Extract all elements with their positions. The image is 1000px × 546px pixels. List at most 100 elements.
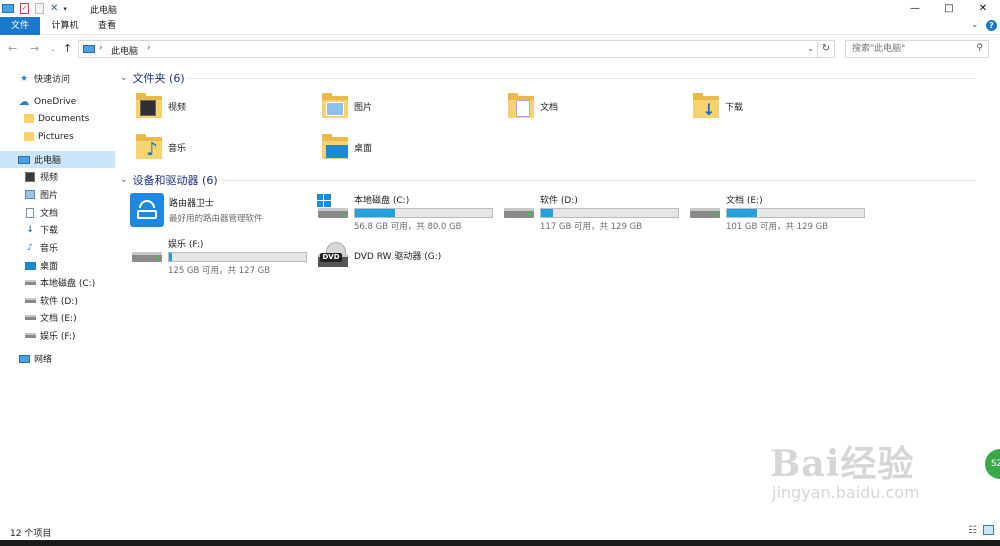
taskbar — [0, 540, 1000, 546]
title-bar: ✓ ✕ ▾ 此电脑 — □ ✕ — [0, 0, 1000, 17]
tab-computer[interactable]: 计算机 — [44, 17, 86, 35]
address-row: ← → ⌄ ↑ › 此电脑 › ⌄ ↻ ⚲ — [0, 38, 1000, 60]
video-folder-icon — [134, 92, 164, 120]
usage-fill — [541, 209, 554, 217]
drive-tile-d[interactable] — [502, 202, 536, 222]
group-divider — [218, 180, 976, 181]
router-guard-tile[interactable]: 路由器卫士 最好用的路由器管理软件 — [130, 193, 263, 227]
router-name: 路由器卫士 — [169, 199, 215, 209]
sidebar-item-drive-d[interactable]: 软件 (D:) — [0, 292, 115, 309]
close-button[interactable]: ✕ — [966, 0, 1000, 17]
music-icon: ♪ — [27, 242, 33, 253]
drive-info-f[interactable]: 娱乐 (F:) 125 GB 可用，共 127 GB — [168, 237, 307, 276]
group-divider — [186, 78, 976, 79]
drive-icon — [316, 194, 350, 222]
sidebar-item-network[interactable]: 网络 — [0, 350, 115, 367]
sidebar-item-music[interactable]: ♪ 音乐 — [0, 239, 115, 256]
sidebar-item-label: 音乐 — [40, 244, 59, 254]
quick-access-toolbar: ✓ ✕ ▾ — [2, 2, 67, 15]
forward-arrow-icon[interactable]: → — [30, 42, 39, 55]
minimize-button[interactable]: — — [898, 0, 932, 17]
recent-locations-icon[interactable]: ⌄ — [50, 45, 56, 53]
address-bar[interactable]: › 此电脑 › ⌄ — [78, 40, 818, 58]
drive-tile-f[interactable] — [130, 246, 164, 266]
maximize-button[interactable]: □ — [932, 0, 966, 17]
sidebar-item-documents-lib[interactable]: 文档 — [0, 204, 115, 221]
usage-fill — [355, 209, 395, 217]
music-folder-icon: ♪ — [134, 133, 164, 161]
folder-tile-videos[interactable]: 视频 — [134, 92, 186, 120]
desktop-icon — [24, 260, 36, 272]
refresh-button[interactable]: ↻ — [818, 40, 835, 58]
delete-icon[interactable]: ✕ — [50, 3, 58, 14]
new-folder-icon[interactable] — [35, 3, 44, 14]
folders-group-header[interactable]: ⌄ 文件夹 (6) — [120, 70, 185, 86]
dvd-drive-name: DVD RW 驱动器 (G:) — [354, 251, 442, 262]
drive-free-space: 117 GB 可用，共 129 GB — [540, 222, 643, 232]
drive-icon — [502, 202, 536, 222]
drive-tile-dvd[interactable]: DVD DVD RW 驱动器 (G:) — [316, 240, 441, 270]
chevron-down-icon[interactable]: ⌄ — [120, 73, 128, 83]
folder-tile-downloads[interactable]: ↓ 下载 — [691, 92, 743, 120]
chevron-right-icon[interactable]: › — [147, 43, 151, 53]
expand-ribbon-icon[interactable]: ⌄ — [971, 20, 979, 30]
sidebar-item-pictures[interactable]: Pictures — [0, 128, 115, 145]
watermark-brand: Bai经验 — [770, 443, 915, 485]
folder-tile-documents[interactable]: 文档 — [506, 92, 558, 120]
tab-view[interactable]: 查看 — [90, 17, 124, 35]
window-title: 此电脑 — [90, 6, 118, 16]
folder-tile-pictures[interactable]: 图片 — [320, 92, 372, 120]
desktop-folder-icon — [320, 133, 350, 161]
large-icons-view-icon[interactable] — [983, 525, 994, 535]
search-box[interactable]: ⚲ — [845, 40, 989, 58]
details-view-icon[interactable]: ☷ — [968, 525, 977, 536]
sidebar-item-quick-access[interactable]: ★ 快速访问 — [0, 70, 115, 87]
usage-fill — [727, 209, 758, 217]
up-arrow-icon[interactable]: ↑ — [63, 42, 72, 55]
properties-icon[interactable]: ✓ — [20, 3, 29, 14]
drive-icon — [24, 277, 36, 289]
address-dropdown-icon[interactable]: ⌄ — [807, 44, 814, 53]
star-icon: ★ — [19, 73, 29, 84]
drive-tile-c[interactable] — [316, 194, 350, 222]
devices-group-title: 设备和驱动器 (6) — [132, 174, 218, 187]
folder-tile-music[interactable]: ♪ 音乐 — [134, 133, 186, 161]
breadcrumb[interactable]: 此电脑 — [111, 44, 138, 57]
search-icon[interactable]: ⚲ — [976, 43, 983, 53]
ribbon: 文件 计算机 查看 ⌄ ? — [0, 17, 1000, 35]
sidebar-item-videos[interactable]: 视频 — [0, 168, 115, 185]
sidebar-item-pictures-lib[interactable]: 图片 — [0, 186, 115, 203]
sidebar-item-drive-c[interactable]: 本地磁盘 (C:) — [0, 274, 115, 291]
drive-info-d[interactable]: 软件 (D:) 117 GB 可用，共 129 GB — [540, 193, 679, 232]
sidebar-item-drive-e[interactable]: 文档 (E:) — [0, 309, 115, 326]
back-arrow-icon[interactable]: ← — [8, 42, 17, 55]
sidebar-item-onedrive[interactable]: ☁ OneDrive — [0, 93, 115, 110]
devices-group-header[interactable]: ⌄ 设备和驱动器 (6) — [120, 172, 218, 188]
drive-tile-e[interactable] — [688, 202, 722, 222]
usage-bar — [168, 252, 307, 262]
sidebar-item-downloads[interactable]: ↓ 下载 — [0, 221, 115, 238]
drive-info-e[interactable]: 文档 (E:) 101 GB 可用，共 129 GB — [726, 193, 865, 232]
chevron-right-icon[interactable]: › — [99, 43, 103, 53]
sidebar-item-documents[interactable]: Documents — [0, 110, 115, 127]
customize-dropdown-icon[interactable]: ▾ — [63, 5, 67, 13]
sidebar-item-this-pc[interactable]: 此电脑 — [0, 151, 115, 168]
tab-file[interactable]: 文件 — [0, 17, 40, 35]
sidebar-item-drive-f[interactable]: 娱乐 (F:) — [0, 327, 115, 344]
network-icon — [18, 353, 30, 365]
sidebar-item-label: Documents — [38, 113, 90, 124]
chevron-down-icon[interactable]: ⌄ — [120, 175, 128, 185]
folder-name: 图片 — [354, 102, 373, 113]
sidebar-item-label: 视频 — [40, 173, 59, 183]
sidebar-item-desktop[interactable]: 桌面 — [0, 257, 115, 274]
help-icon[interactable]: ? — [986, 20, 997, 31]
sidebar-item-label: 软件 (D:) — [40, 297, 78, 307]
computer-icon[interactable] — [2, 4, 14, 13]
sidebar-item-label: 文档 — [40, 209, 59, 219]
drive-info-c[interactable]: 本地磁盘 (C:) 56.8 GB 可用，共 80.0 GB — [354, 193, 493, 232]
sidebar-item-label: 此电脑 — [34, 156, 62, 166]
drive-icon — [130, 246, 164, 266]
folder-tile-desktop[interactable]: 桌面 — [320, 133, 372, 161]
search-input[interactable] — [846, 41, 966, 57]
drive-icon — [24, 295, 36, 307]
